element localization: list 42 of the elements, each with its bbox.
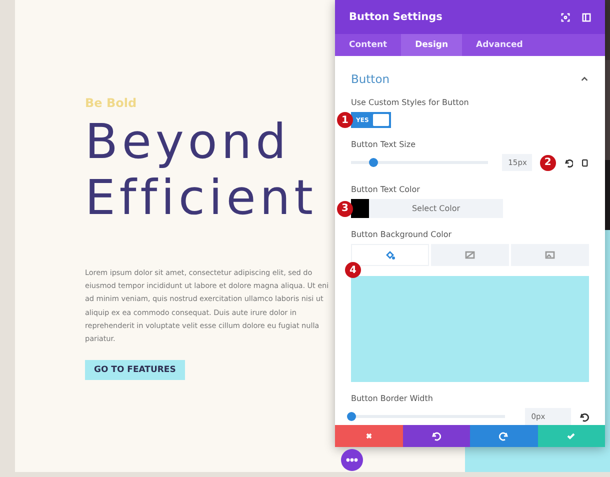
background-type-tab[interactable] [511,244,589,266]
hero-heading: Efficient [85,170,317,226]
check-icon [566,431,576,441]
select-color-button[interactable]: Select Color [369,199,503,218]
panel-title: Button Settings [349,11,444,23]
undo-button[interactable] [402,425,470,447]
phone-icon [581,158,589,168]
step-number-badge: 1 [337,112,353,128]
sidebar-icon [582,12,591,22]
gradient-icon [465,250,475,260]
reset-icon [579,412,589,422]
hero-heading: Beyond [85,114,290,170]
dots-icon [346,458,358,462]
tagline: Be Bold [85,96,137,110]
section-title[interactable]: Button [351,72,390,86]
step-number-badge: 4 [345,262,361,278]
features-button[interactable]: GO TO FEATURES [85,360,185,380]
expand-icon [561,12,570,22]
paint-bucket-icon [385,250,395,260]
color-preview[interactable] [351,276,589,382]
background-type-tab[interactable] [431,244,509,266]
step-number-badge: 2 [540,154,556,170]
close-icon [364,431,374,441]
slider-thumb[interactable] [368,158,378,167]
undo-icon [431,431,442,441]
settings-tab[interactable]: Design [401,34,462,56]
field-label: Button Background Color [351,230,452,239]
field-label: Button Text Color [351,185,420,194]
slider-thumb[interactable] [347,412,356,421]
background-type-tab[interactable] [351,244,429,266]
color-swatch[interactable] [351,199,369,218]
redo-icon [498,431,509,441]
field-label: Use Custom Styles for Button [351,98,469,107]
chevron-icon [580,74,589,84]
redo-button[interactable] [470,425,538,447]
image-icon [545,250,555,260]
field-label: Button Text Size [351,140,416,149]
step-number-badge: 3 [337,200,353,216]
reset-icon [564,158,574,168]
settings-tab[interactable]: Advanced [462,34,537,56]
field-label: Button Border Width [351,394,433,403]
settings-tab[interactable]: Content [335,34,402,56]
